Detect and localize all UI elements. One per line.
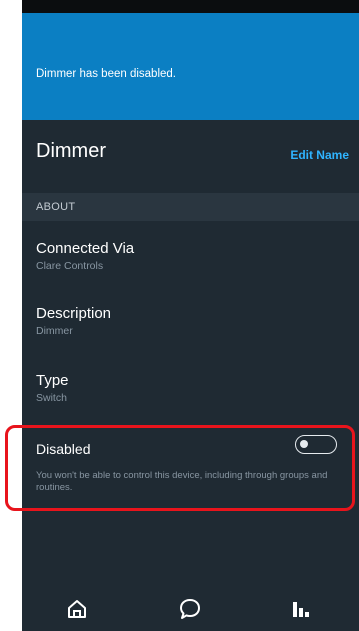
info-description: Description Dimmer <box>36 305 349 337</box>
info-type: Type Switch <box>36 372 349 404</box>
highlight-annotation <box>5 425 355 511</box>
chat-icon[interactable] <box>175 594 205 624</box>
section-header: ABOUT <box>22 193 359 221</box>
info-title: Type <box>36 372 69 389</box>
info-connected-via: Connected Via Clare Controls <box>36 240 349 272</box>
status-bar <box>22 0 359 13</box>
edit-name-link[interactable]: Edit Name <box>290 148 349 162</box>
notification-banner: Dimmer has been disabled. <box>22 13 359 120</box>
info-title: Description <box>36 305 112 322</box>
info-value: Clare Controls <box>36 260 104 272</box>
section-label: ABOUT <box>36 201 76 213</box>
banner-message: Dimmer has been disabled. <box>36 68 176 80</box>
device-name: Dimmer <box>36 140 106 162</box>
app-screen: Dimmer has been disabled. Dimmer Edit Na… <box>22 0 359 631</box>
device-header: Dimmer Edit Name <box>36 140 349 168</box>
info-title: Connected Via <box>36 240 135 257</box>
home-icon[interactable] <box>62 594 92 624</box>
stats-icon[interactable] <box>286 594 316 624</box>
bottom-nav <box>22 590 359 631</box>
info-value: Dimmer <box>36 325 73 337</box>
info-value: Switch <box>36 392 67 404</box>
